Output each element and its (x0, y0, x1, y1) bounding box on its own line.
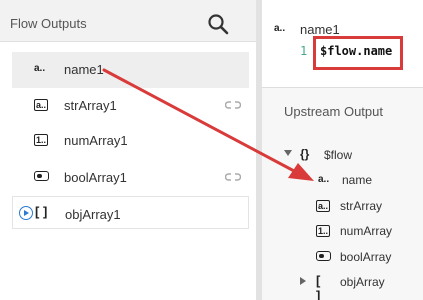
mapper-panel: a.. name1 1 $flow.name Upstream Output {… (262, 0, 423, 300)
search-icon[interactable] (206, 12, 230, 36)
string-array-type-icon: a.. (34, 99, 49, 111)
number-array-type-icon: 1.. (316, 225, 331, 237)
upstream-output-title: Upstream Output (284, 104, 383, 119)
output-item-boolArray1[interactable]: boolArray1 (12, 160, 249, 196)
upstream-item-label: boolArray (340, 250, 392, 264)
boolean-array-type-icon (316, 251, 331, 264)
string-type-icon: a.. (274, 23, 286, 34)
flow-outputs-header: Flow Outputs (0, 0, 256, 42)
output-item-label: name1 (64, 62, 104, 77)
object-type-icon: {} (300, 147, 310, 161)
output-item-objArray1[interactable]: [ ] objArray1 (12, 196, 249, 229)
output-item-numArray1[interactable]: 1.. numArray1 (12, 123, 249, 159)
output-item-label: numArray1 (64, 133, 128, 148)
upstream-item-label: strArray (340, 199, 382, 213)
link-icon[interactable] (225, 172, 241, 182)
string-type-icon: a.. (318, 174, 330, 185)
number-array-type-icon: 1.. (34, 134, 49, 146)
output-item-name1[interactable]: a.. name1 (12, 52, 249, 88)
output-item-label: objArray1 (65, 207, 121, 222)
editor-field-name: name1 (300, 22, 340, 37)
expression-text[interactable]: $flow.name (320, 44, 392, 58)
flow-outputs-title: Flow Outputs (10, 16, 87, 31)
expand-icon[interactable] (19, 206, 33, 220)
upstream-item-label: $flow (324, 148, 353, 162)
expression-editor[interactable]: a.. name1 1 $flow.name (262, 0, 423, 88)
collapse-caret-icon[interactable] (284, 150, 292, 156)
expand-caret-icon[interactable] (300, 277, 306, 285)
upstream-item-label: numArray (340, 224, 393, 238)
object-array-type-icon: [ ] (35, 204, 48, 219)
string-type-icon: a.. (34, 63, 46, 74)
output-item-label: strArray1 (64, 98, 117, 113)
upstream-item-label: name (342, 173, 373, 187)
line-number: 1 (300, 44, 308, 58)
flow-outputs-panel: Flow Outputs a.. name1 a.. strArray1 1..… (0, 0, 256, 300)
link-icon[interactable] (225, 100, 241, 110)
upstream-item-label: objArray (340, 275, 385, 289)
string-array-type-icon: a.. (316, 200, 331, 212)
output-item-label: boolArray1 (64, 170, 127, 185)
object-array-type-icon: [ ] (316, 273, 321, 300)
output-item-strArray1[interactable]: a.. strArray1 (12, 88, 249, 124)
boolean-array-type-icon (34, 171, 49, 184)
